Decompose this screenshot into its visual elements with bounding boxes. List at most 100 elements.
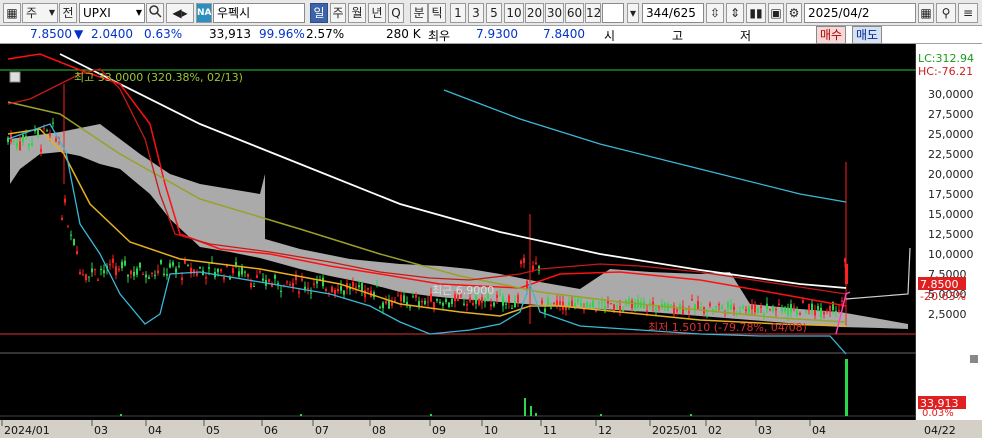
x-tick-label: 08	[372, 424, 386, 437]
x-tick-label: 07	[315, 424, 329, 437]
candle-body	[241, 267, 243, 275]
candle-body	[739, 311, 741, 313]
candle-body	[247, 273, 249, 277]
period-minute-button[interactable]: 분	[410, 3, 428, 23]
candle-body	[307, 287, 309, 289]
candle-body	[79, 272, 81, 275]
candle-body	[160, 259, 162, 264]
candle-body	[616, 305, 618, 307]
candle-body	[820, 308, 822, 318]
interval-20-button[interactable]: 20	[525, 3, 544, 23]
candle-body	[556, 300, 558, 306]
candle-body	[358, 285, 360, 288]
interval-30-button[interactable]: 30	[545, 3, 564, 23]
zoom-out-icon[interactable]: ⇕	[726, 3, 744, 23]
x-tick-label: 05	[206, 424, 220, 437]
buy-button[interactable]: 매수	[816, 26, 847, 44]
chart-panel[interactable]: 30,0000 27,5000 25,0000 22,5000 20,0000 17,50…	[0, 44, 982, 438]
candle-body	[448, 302, 450, 307]
candle-body	[361, 282, 363, 291]
gear-icon[interactable]: ⚙	[786, 3, 802, 23]
candle-body	[220, 269, 222, 272]
volume-bar	[120, 414, 122, 416]
date-field[interactable]: 2025/04/2	[804, 3, 916, 23]
grid-icon[interactable]: ▦	[3, 3, 21, 23]
price-chart[interactable]: 30,0000 27,5000 25,0000 22,5000 20,0000 17,50…	[0, 44, 982, 438]
calendar-icon[interactable]: ▦	[918, 3, 934, 23]
candle-body	[340, 285, 342, 291]
page-current: 344	[646, 6, 669, 20]
candle-body	[274, 275, 276, 279]
period-quarter-button[interactable]: Q	[388, 3, 404, 23]
zoom-in-icon[interactable]: ⇳	[706, 3, 724, 23]
volume-bar	[530, 406, 532, 416]
search-icon[interactable]	[146, 3, 164, 23]
candle-body	[322, 277, 324, 287]
candle-body	[784, 309, 786, 312]
period-day-button[interactable]: 일	[310, 3, 328, 23]
type-select[interactable]: 주 ▼	[22, 3, 58, 23]
interval-5-button[interactable]: 5	[486, 3, 502, 23]
candle-body	[826, 310, 828, 312]
panel-icon	[9, 71, 21, 83]
candle-body	[718, 304, 720, 306]
candle-body	[415, 294, 417, 298]
candle-body	[61, 217, 63, 220]
candle-body	[136, 268, 138, 275]
ticker-input[interactable]: UPXI ▼	[79, 3, 145, 23]
ticker-value: UPXI	[83, 6, 111, 20]
candle-body	[376, 284, 378, 286]
speaker-icon[interactable]: ◀▸	[166, 3, 194, 23]
candle-body	[757, 307, 759, 313]
chevron-down-icon: ▼	[48, 8, 55, 17]
candle-body	[730, 304, 732, 310]
market-button[interactable]: 전	[59, 3, 77, 23]
quote-bar: 7.8500 ▼ 2.0400 0.63% 33,913 99.96% 2.57…	[0, 26, 982, 44]
candle-body	[742, 306, 744, 309]
candle-body	[175, 268, 177, 273]
candle-body	[325, 288, 327, 291]
candle-body	[799, 312, 801, 315]
chevron-down-icon[interactable]: ▾	[627, 3, 639, 23]
candle-body	[409, 306, 411, 308]
current-pct-label: -20.63%	[920, 290, 966, 303]
candle-body	[349, 288, 351, 290]
bars-icon[interactable]: ▮▮	[746, 3, 766, 23]
candle-body	[544, 308, 546, 313]
candle-body	[178, 265, 180, 267]
interval-60-button[interactable]: 60	[565, 3, 584, 23]
menu-icon[interactable]: ≡	[958, 3, 978, 23]
x-tick-label: 09	[432, 424, 446, 437]
price-value: 7.8500	[30, 27, 72, 41]
stock-name-field[interactable]: 우펙시	[213, 3, 305, 23]
candle-body	[64, 198, 66, 203]
candle-body	[163, 273, 165, 276]
candle-body	[592, 300, 594, 308]
candle-body	[85, 274, 87, 281]
sell-button[interactable]: 매도	[852, 26, 883, 44]
candle-body	[838, 310, 840, 312]
toolbar: ▦ 주 ▼ 전 UPXI ▼ ◀▸ NA 우펙시 일 주 월 년 Q 분 틱 1…	[0, 0, 982, 26]
save-icon[interactable]: ▣	[768, 3, 784, 23]
period-tick-button[interactable]: 틱	[428, 3, 446, 23]
period-week-button[interactable]: 주	[330, 3, 346, 23]
candle-body	[421, 300, 423, 303]
volume-bar	[430, 414, 432, 416]
candle-body	[754, 304, 756, 313]
x-tick-label: 03	[758, 424, 772, 437]
interval-120-button[interactable]: 120	[585, 3, 601, 23]
interval-input[interactable]	[602, 3, 624, 23]
candle-body	[631, 300, 633, 309]
interval-10-button[interactable]: 10	[504, 3, 524, 23]
candle-body	[13, 140, 15, 142]
candle-body	[355, 286, 357, 288]
period-year-button[interactable]: 년	[368, 3, 386, 23]
period-month-button[interactable]: 월	[348, 3, 366, 23]
ma-cyan-line	[443, 89, 847, 203]
candle-body	[445, 299, 447, 303]
interval-3-button[interactable]: 3	[468, 3, 484, 23]
candle-body	[169, 263, 171, 268]
search-icon[interactable]: ⚲	[936, 3, 956, 23]
candle-body	[289, 284, 291, 286]
interval-1-button[interactable]: 1	[450, 3, 466, 23]
